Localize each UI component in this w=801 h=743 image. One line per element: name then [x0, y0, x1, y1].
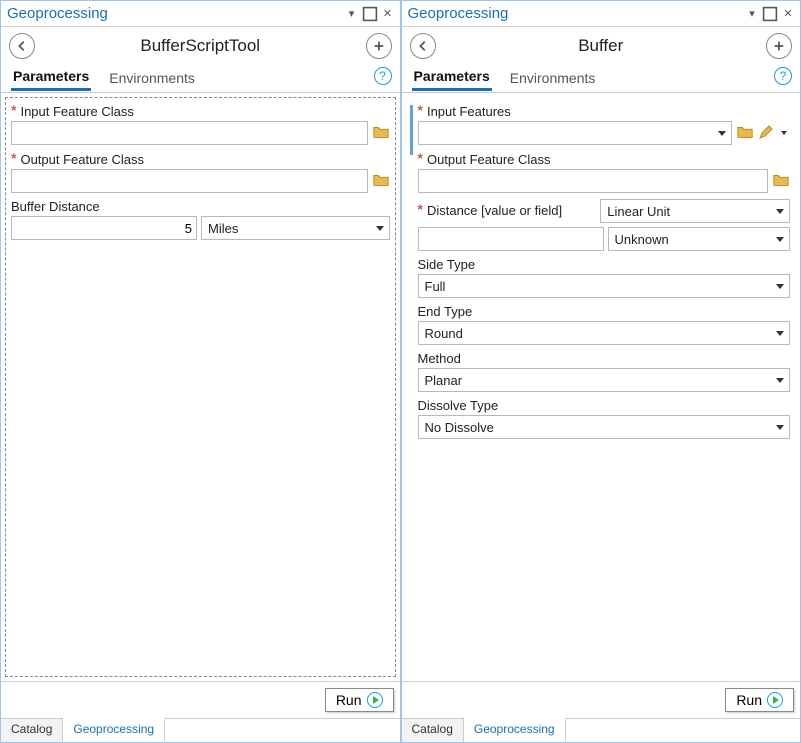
label-method: Method — [418, 351, 461, 366]
edit-icon[interactable] — [758, 124, 774, 143]
dissolve-type-select[interactable]: No Dissolve — [418, 415, 791, 439]
buffer-distance-field[interactable] — [11, 216, 197, 240]
distance-type-select[interactable]: Linear Unit — [600, 199, 790, 223]
window-title: Geoprocessing — [5, 5, 342, 22]
tool-header: Buffer — [402, 27, 801, 63]
back-button[interactable] — [410, 33, 436, 59]
buffer-unit-select[interactable]: Miles — [201, 216, 390, 240]
label-input-features: Input Features — [427, 104, 511, 119]
edit-dropdown-icon[interactable] — [778, 122, 790, 144]
side-type-select[interactable]: Full — [418, 274, 791, 298]
required-icon: * — [11, 102, 16, 118]
add-button[interactable] — [766, 33, 792, 59]
bottom-tab-geoprocessing[interactable]: Geoprocessing — [63, 718, 165, 741]
geoprocessing-pane-left: Geoprocessing ▾ ✕ BufferScriptTool Param… — [0, 0, 401, 743]
browse-folder-icon[interactable] — [372, 171, 390, 192]
tab-parameters[interactable]: Parameters — [11, 64, 91, 91]
bottom-tab-bar: Catalog Geoprocessing — [402, 718, 801, 742]
maximize-icon[interactable] — [762, 6, 778, 22]
window-title: Geoprocessing — [406, 5, 743, 22]
tab-parameters[interactable]: Parameters — [412, 64, 492, 91]
input-feature-class-field[interactable] — [11, 121, 368, 145]
required-icon: * — [418, 102, 423, 118]
label-buffer-distance: Buffer Distance — [11, 199, 100, 214]
label-distance: Distance [value or field] — [427, 203, 562, 218]
tab-bar: Parameters Environments ? — [402, 63, 801, 93]
tab-bar: Parameters Environments ? — [1, 63, 400, 93]
input-features-select[interactable] — [418, 121, 733, 145]
browse-folder-icon[interactable] — [736, 123, 754, 144]
distance-unit-select[interactable]: Unknown — [608, 227, 791, 251]
geoprocessing-pane-right: Geoprocessing ▾ ✕ Buffer Parameters Envi… — [401, 0, 801, 743]
required-icon: * — [418, 150, 423, 166]
label-output-feature-class: Output Feature Class — [20, 152, 144, 167]
back-button[interactable] — [9, 33, 35, 59]
label-dissolve-type: Dissolve Type — [418, 398, 499, 413]
dropdown-icon[interactable]: ▾ — [744, 6, 760, 22]
add-button[interactable] — [366, 33, 392, 59]
play-icon — [767, 692, 783, 708]
bottom-tab-catalog[interactable]: Catalog — [1, 719, 63, 742]
bottom-tab-catalog[interactable]: Catalog — [402, 719, 464, 742]
label-output-feature-class: Output Feature Class — [427, 152, 551, 167]
bottom-tab-bar: Catalog Geoprocessing — [1, 718, 400, 742]
dropdown-icon[interactable]: ▾ — [344, 6, 360, 22]
browse-folder-icon[interactable] — [372, 123, 390, 144]
browse-folder-icon[interactable] — [772, 171, 790, 192]
required-icon: * — [418, 201, 423, 217]
required-icon: * — [11, 150, 16, 166]
close-icon[interactable]: ✕ — [380, 6, 396, 22]
titlebar: Geoprocessing ▾ ✕ — [1, 1, 400, 27]
tool-header: BufferScriptTool — [1, 27, 400, 63]
titlebar: Geoprocessing ▾ ✕ — [402, 1, 801, 27]
output-feature-class-field[interactable] — [418, 169, 769, 193]
play-icon — [367, 692, 383, 708]
end-type-select[interactable]: Round — [418, 321, 791, 345]
bottom-tab-geoprocessing[interactable]: Geoprocessing — [464, 718, 566, 741]
method-select[interactable]: Planar — [418, 368, 791, 392]
distance-value-field[interactable] — [418, 227, 604, 251]
output-feature-class-field[interactable] — [11, 169, 368, 193]
close-icon[interactable]: ✕ — [780, 6, 796, 22]
tool-title: Buffer — [436, 36, 767, 56]
maximize-icon[interactable] — [362, 6, 378, 22]
tab-environments[interactable]: Environments — [508, 66, 598, 90]
tab-environments[interactable]: Environments — [107, 66, 197, 90]
active-field-indicator — [410, 105, 413, 155]
help-icon[interactable]: ? — [374, 67, 392, 85]
run-button[interactable]: Run — [725, 688, 794, 712]
label-side-type: Side Type — [418, 257, 476, 272]
run-button[interactable]: Run — [325, 688, 394, 712]
help-icon[interactable]: ? — [774, 67, 792, 85]
tool-title: BufferScriptTool — [35, 36, 366, 56]
label-input-feature-class: Input Feature Class — [20, 104, 133, 119]
label-end-type: End Type — [418, 304, 473, 319]
